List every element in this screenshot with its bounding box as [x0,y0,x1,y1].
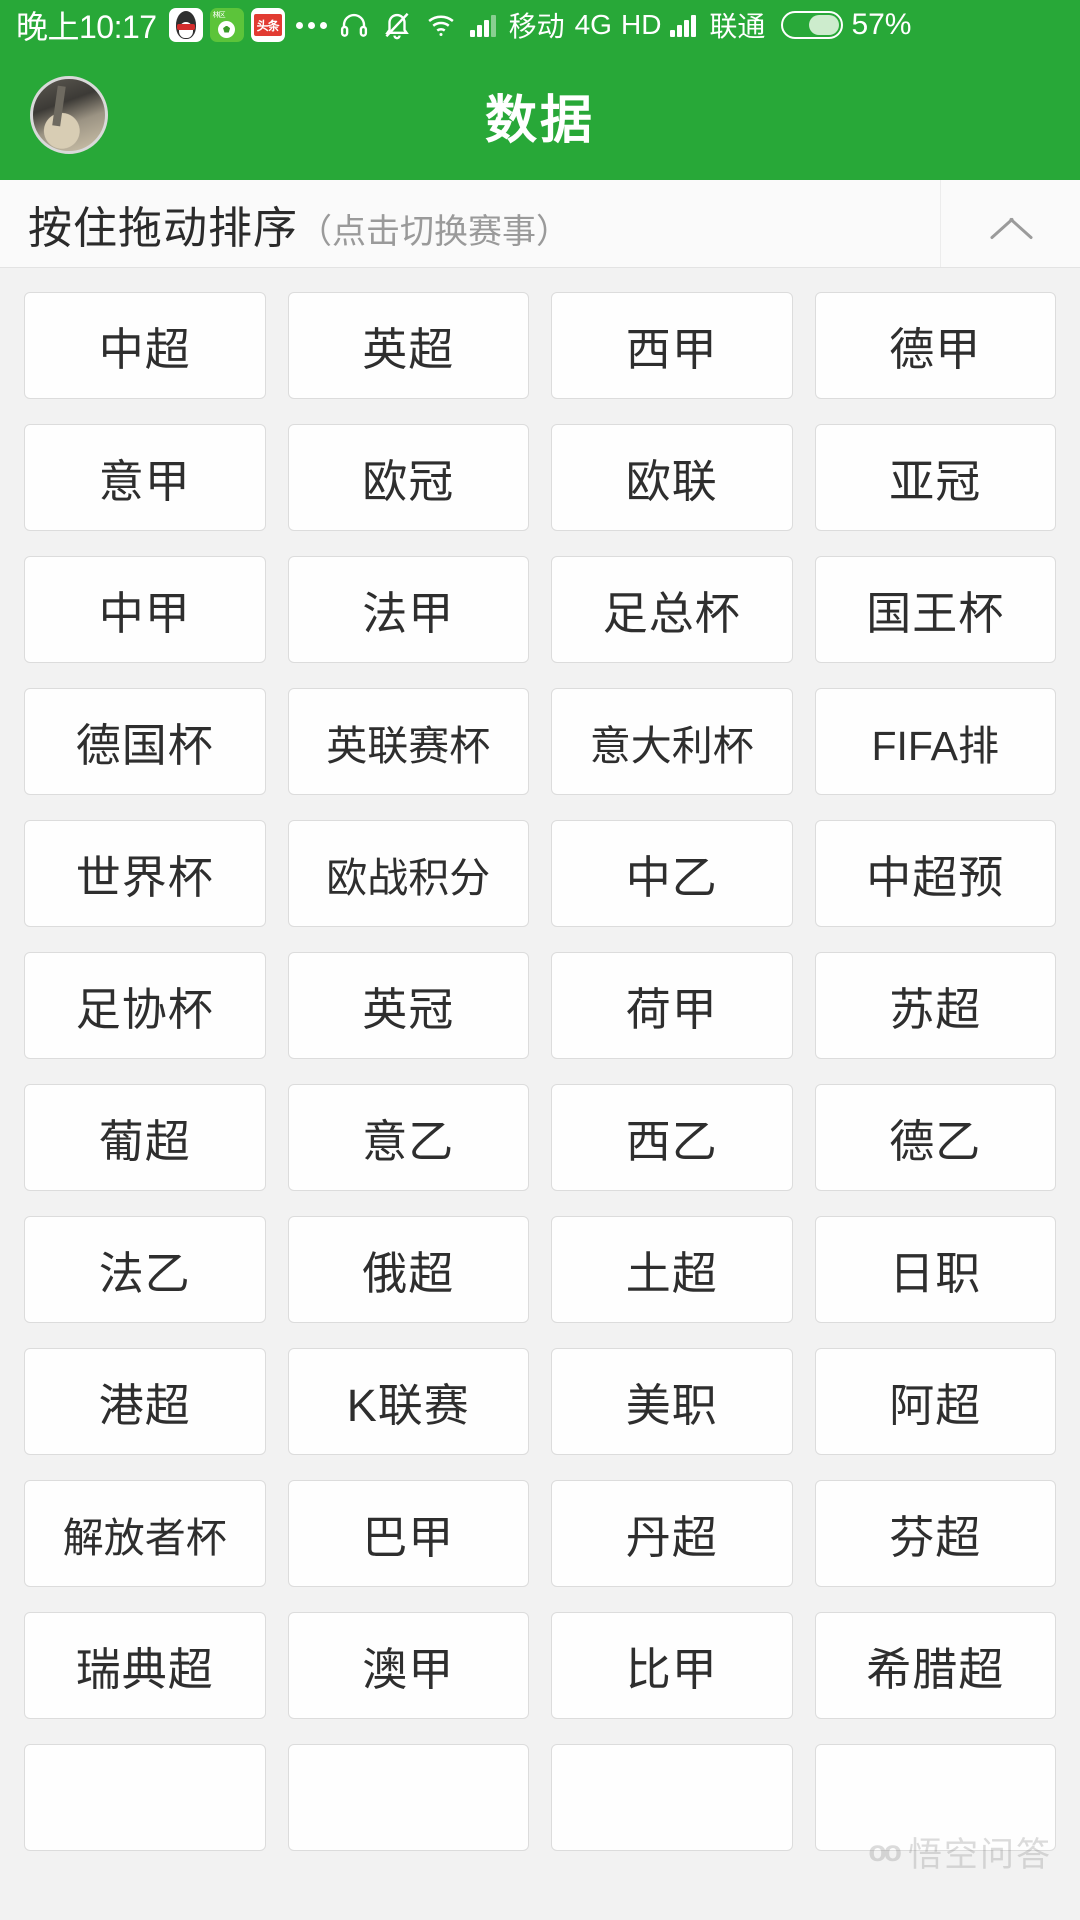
league-tile[interactable]: 港超 [24,1348,266,1455]
qq-icon [168,8,203,42]
signal-icon-mobile [469,13,496,37]
page-title: 数据 [484,91,595,150]
league-tile[interactable]: 希腊超 [814,1612,1056,1719]
league-tile[interactable] [551,1744,793,1851]
sort-hint-bar[interactable]: 按住拖动排序 （点击切换赛事） [0,180,1080,268]
league-tile[interactable]: 美职 [551,1348,793,1455]
league-tile[interactable]: 意甲 [24,424,266,531]
league-tile[interactable]: 欧联 [551,424,793,531]
network-type-label: 4G [574,9,612,40]
collapse-button[interactable] [940,180,1080,267]
sort-hint-secondary: （点击切换赛事） [298,212,570,251]
status-time: 晚上10:17 [16,9,157,45]
league-tile[interactable] [287,1744,529,1851]
signal-icon-unicom [670,13,697,37]
league-tile[interactable]: 英冠 [287,952,529,1059]
league-tile[interactable]: 德乙 [814,1084,1056,1191]
league-tile[interactable]: 中乙 [551,820,793,927]
league-tile[interactable]: 意大利杯 [551,688,793,795]
league-tile[interactable]: 国王杯 [814,556,1056,663]
league-tile[interactable]: K联赛 [287,1348,529,1455]
league-tile[interactable]: 中超 [24,292,266,399]
league-tile[interactable]: 苏超 [814,952,1056,1059]
league-tile[interactable]: 法甲 [287,556,529,663]
app-header: 数据 [0,50,1080,180]
league-tile[interactable]: 西甲 [551,292,793,399]
league-tile[interactable]: 巴甲 [287,1480,529,1587]
league-tile[interactable]: 阿超 [814,1348,1056,1455]
wifi-icon [425,10,457,40]
bell-muted-icon [382,10,412,40]
sort-hint-primary: 按住拖动排序 [28,203,298,253]
league-tile[interactable]: 欧战积分 [287,820,529,927]
league-tile[interactable]: 德甲 [814,292,1056,399]
carrier-label-mobile: 移动 [508,11,565,42]
league-tile[interactable]: 足协杯 [24,952,266,1059]
toutiao-icon: 头条 [250,8,285,42]
league-grid: 中超 英超 西甲 德甲意甲 欧冠 欧联 亚冠中甲 法甲 足总杯 国王杯德国杯 英联赛杯 意大利杯 FIF… [24,292,1056,1851]
battery-icon [781,11,844,39]
battery-percent-label: 57% [851,8,912,41]
headset-icon [339,10,369,40]
league-tile[interactable]: 英联赛杯 [287,688,529,795]
league-tile[interactable]: 德国杯 [24,688,266,795]
league-tile[interactable]: 西乙 [551,1084,793,1191]
league-tile[interactable]: 丹超 [551,1480,793,1587]
league-tile[interactable]: 中甲 [24,556,266,663]
league-tile[interactable]: 比甲 [551,1612,793,1719]
league-tile[interactable]: 芬超 [814,1480,1056,1587]
league-grid-area: 中超 英超 西甲 德甲意甲 欧冠 欧联 亚冠中甲 法甲 足总杯 国王杯德国杯 英联赛杯 意大利杯 FIF… [0,268,1080,1920]
league-tile[interactable]: 亚冠 [814,424,1056,531]
league-tile[interactable]: FIFA排 [814,688,1056,795]
hd-label: HD [620,9,662,40]
league-tile[interactable]: 世界杯 [24,820,266,927]
league-tile[interactable]: 英超 [287,292,529,399]
league-tile[interactable]: 欧冠 [287,424,529,531]
league-tile[interactable]: 意乙 [287,1084,529,1191]
league-tile[interactable]: 澳甲 [287,1612,529,1719]
league-tile[interactable]: 足总杯 [551,556,793,663]
league-tile[interactable]: 俄超 [287,1216,529,1323]
carrier-label-unicom: 联通 [709,11,766,42]
league-tile[interactable] [24,1744,266,1851]
league-tile[interactable]: 法乙 [24,1216,266,1323]
chevron-up-icon [988,201,1034,247]
status-bar: 晚上10:17 林区 头条 移动 4G HD 联通 57% [0,0,1080,50]
league-tile[interactable]: 葡超 [24,1084,266,1191]
league-tile[interactable]: 瑞典超 [24,1612,266,1719]
league-tile[interactable] [814,1744,1056,1851]
league-tile[interactable]: 荷甲 [551,952,793,1059]
sort-hint-text: 按住拖动排序 （点击切换赛事） [28,192,570,256]
league-tile[interactable]: 解放者杯 [24,1480,266,1587]
notification-overflow-icon [295,21,327,29]
league-tile[interactable]: 中超预 [814,820,1056,927]
league-tile[interactable]: 日职 [814,1216,1056,1323]
football-app-icon: 林区 [209,8,244,42]
league-tile[interactable]: 土超 [551,1216,793,1323]
